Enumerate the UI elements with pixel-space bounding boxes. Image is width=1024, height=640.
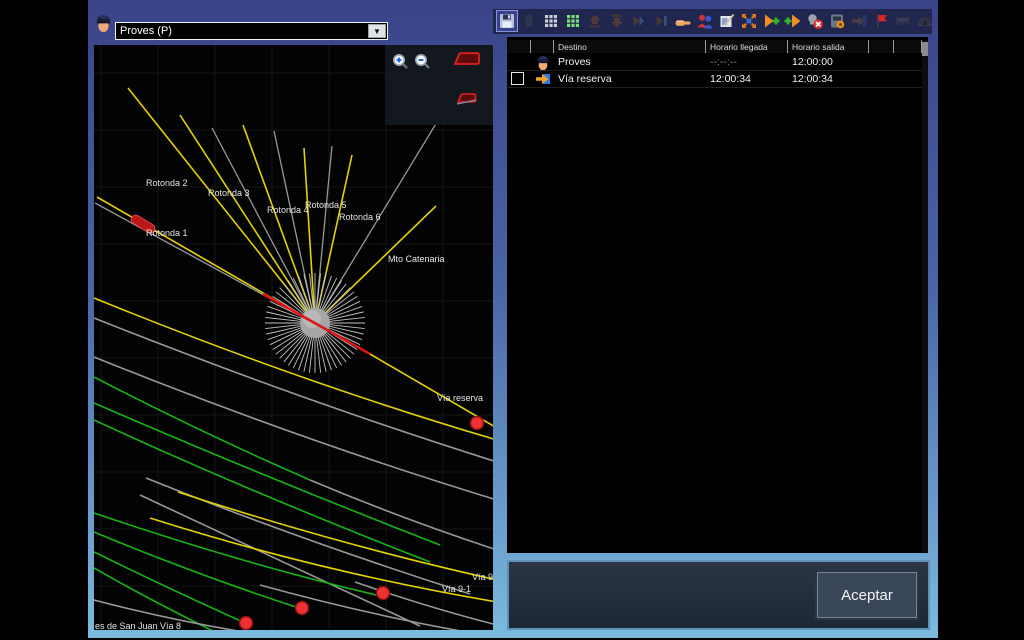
turntable-ray bbox=[329, 325, 365, 329]
stop-marker bbox=[240, 617, 253, 630]
scrollbar[interactable] bbox=[922, 40, 928, 553]
conductor-icon bbox=[535, 54, 551, 70]
track-green bbox=[94, 532, 305, 610]
track-map[interactable]: Rotonda 2 Rotonda 3 Rotonda 4Rotonda 5 Roto… bbox=[94, 45, 493, 630]
cell-horario-salida: 12:00:34 bbox=[788, 73, 869, 85]
move-up-icon[interactable] bbox=[585, 11, 605, 31]
track-green bbox=[94, 403, 440, 545]
map-label: Vía 9-1 bbox=[442, 584, 471, 594]
map-label: Rotonda 3 bbox=[208, 188, 250, 198]
table-row[interactable]: Vía reserva12:00:3412:00:34 bbox=[507, 70, 922, 88]
stop-marker bbox=[471, 417, 484, 430]
scrollbar-thumb[interactable] bbox=[922, 42, 928, 56]
track-green bbox=[94, 513, 385, 597]
footer-panel: Aceptar bbox=[507, 560, 930, 630]
cell-horario-llegada: --:--:-- bbox=[706, 56, 788, 68]
destinations-table: DestinoHorario llegadaHorario salida Pro… bbox=[507, 37, 928, 553]
turntable-ray bbox=[329, 317, 365, 321]
map-label: es de San Juan Vía 8 bbox=[95, 621, 181, 630]
map-label: Vía 9 bbox=[472, 572, 493, 582]
toolbar bbox=[493, 9, 932, 34]
train-view-icon[interactable] bbox=[893, 11, 913, 31]
chevron-down-icon[interactable]: ▼ bbox=[368, 24, 386, 38]
locomotive-small-icon[interactable] bbox=[455, 89, 479, 107]
track-yellow bbox=[94, 298, 493, 440]
delete-icon[interactable] bbox=[519, 11, 539, 31]
map-label: Rotonda 6 bbox=[339, 212, 381, 222]
map-label: Rotonda 5 bbox=[305, 200, 347, 210]
turntable-ray bbox=[304, 337, 312, 372]
map-label: Rotonda 1 bbox=[146, 228, 188, 238]
station-view-icon[interactable] bbox=[915, 11, 935, 31]
track-arrow-icon bbox=[535, 71, 551, 87]
hand-pointer-icon[interactable] bbox=[673, 11, 693, 31]
map-label: Vía reserva bbox=[437, 393, 483, 403]
split-route-icon[interactable] bbox=[739, 11, 759, 31]
zoom-in-icon[interactable] bbox=[391, 52, 409, 70]
track-green bbox=[94, 420, 430, 562]
turntable-ray bbox=[317, 337, 321, 373]
flag-icon[interactable] bbox=[871, 11, 891, 31]
save-icon[interactable] bbox=[497, 11, 517, 31]
train-selector[interactable]: Proves (P) ▼ bbox=[115, 22, 388, 40]
zoom-out-icon[interactable] bbox=[413, 52, 431, 70]
map-label: Rotonda 4 bbox=[267, 205, 309, 215]
cell-destino: Vía reserva bbox=[554, 73, 706, 85]
stop-marker bbox=[296, 602, 309, 615]
grid-gray-icon[interactable] bbox=[541, 11, 561, 31]
grid-green-icon[interactable] bbox=[563, 11, 583, 31]
accept-button[interactable]: Aceptar bbox=[817, 572, 917, 618]
track-green bbox=[94, 377, 310, 480]
turntable-ray bbox=[265, 317, 301, 321]
track-gray bbox=[146, 478, 470, 594]
move-down-icon[interactable] bbox=[607, 11, 627, 31]
cell-horario-llegada: 12:00:34 bbox=[706, 73, 788, 85]
column-header-horario-llegada[interactable]: Horario llegada bbox=[706, 40, 788, 53]
turntable-ray bbox=[265, 325, 301, 329]
users-icon[interactable] bbox=[695, 11, 715, 31]
step-to-end-icon[interactable] bbox=[651, 11, 671, 31]
column-header[interactable] bbox=[531, 40, 554, 53]
remove-assignment-icon[interactable] bbox=[805, 11, 825, 31]
insert-before-icon[interactable] bbox=[761, 11, 781, 31]
cell-destino: Proves bbox=[554, 56, 706, 68]
turntable-spoke-yellow bbox=[180, 115, 315, 323]
train-selector-value: Proves (P) bbox=[116, 25, 368, 37]
track-gray bbox=[140, 495, 420, 626]
cell-horario-salida: 12:00:00 bbox=[788, 56, 869, 68]
machine-config-icon[interactable] bbox=[827, 11, 847, 31]
step-forward-icon[interactable] bbox=[629, 11, 649, 31]
map-label: Rotonda 2 bbox=[146, 178, 188, 188]
conductor-icon bbox=[94, 11, 113, 37]
column-header[interactable] bbox=[869, 40, 894, 53]
stop-marker bbox=[377, 587, 390, 600]
import-route-icon[interactable] bbox=[849, 11, 869, 31]
table-header: DestinoHorario llegadaHorario salida bbox=[507, 40, 922, 53]
map-label: Mto Catenaria bbox=[388, 254, 445, 264]
insert-after-icon[interactable] bbox=[783, 11, 803, 31]
turntable-ray bbox=[318, 337, 326, 372]
edit-route-icon[interactable] bbox=[717, 11, 737, 31]
column-header[interactable] bbox=[507, 40, 531, 53]
app-window: Proves (P) ▼ Rotonda 2 Rotonda 3 Rotonda 4… bbox=[88, 0, 938, 638]
column-header[interactable] bbox=[894, 40, 922, 53]
row-checkbox[interactable] bbox=[511, 72, 524, 85]
turntable-ray bbox=[329, 312, 364, 320]
column-header-destino[interactable]: Destino bbox=[554, 40, 706, 53]
column-header-horario-salida[interactable]: Horario salida bbox=[788, 40, 869, 53]
turntable-ray bbox=[309, 337, 313, 373]
locomotive-icon[interactable] bbox=[453, 50, 481, 68]
map-control-panel bbox=[385, 45, 493, 125]
desktop: Proves (P) ▼ Rotonda 2 Rotonda 3 Rotonda 4… bbox=[0, 0, 1024, 640]
table-row[interactable]: Proves--:--:--12:00:00 bbox=[507, 53, 922, 71]
track-yellow bbox=[178, 492, 493, 580]
